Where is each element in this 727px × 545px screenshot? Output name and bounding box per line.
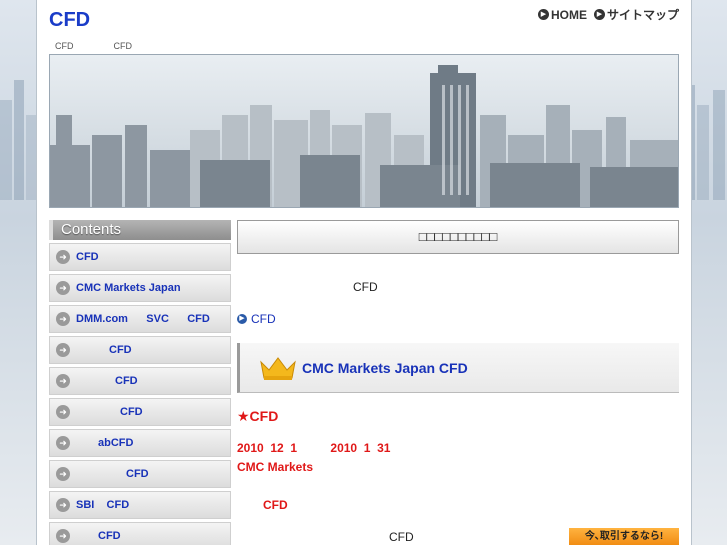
section-title: CMC Markets Japan CFD: [302, 359, 468, 376]
arrow-right-icon: ➜: [56, 498, 70, 512]
arrow-right-icon: ➜: [56, 343, 70, 357]
sitemap-link[interactable]: ▶ サイトマップ: [593, 6, 679, 23]
arrow-right-icon: ➜: [56, 436, 70, 450]
sidebar-item-label: CFD: [120, 406, 143, 418]
arrow-right-icon: ➜: [56, 529, 70, 543]
page-title: □□□□□□□□□□: [237, 220, 679, 254]
main-content: □□□□□□□□□□ CFD ▶ CFD CMC Markets Japan C…: [237, 220, 679, 545]
promo-banner[interactable]: 今､取引するなら!: [569, 528, 679, 545]
cfd-link-label: CFD: [251, 312, 276, 326]
sidebar-item-label: CFD: [98, 530, 121, 542]
sidebar-item-abcfd[interactable]: ➜ abCFD: [49, 429, 231, 457]
sidebar-item-label: DMM.com SVC CFD: [76, 313, 210, 325]
arrow-right-icon: ➜: [56, 467, 70, 481]
breadcrumb: CFD CFD: [55, 41, 132, 51]
date-line: 2010 12 1 2010 1 31: [237, 441, 391, 455]
sidebar-item-label: CMC Markets Japan: [76, 282, 181, 294]
cfd-link[interactable]: ▶ CFD: [237, 312, 276, 326]
crown-icon: [260, 356, 296, 380]
sidebar-item-cmc-markets[interactable]: ➜ CMC Markets Japan: [49, 274, 231, 302]
cfd-red-line: CFD: [263, 498, 288, 512]
broker-line: CMC Markets: [237, 460, 314, 474]
sidebar-item-label: abCFD: [98, 437, 134, 449]
sitemap-link-label: サイトマップ: [606, 8, 679, 22]
sidebar-item-label: CFD: [115, 375, 138, 387]
sidebar: Contents ➜ CFD ➜ CMC Markets Japan ➜ DMM…: [49, 220, 231, 545]
sidebar-item-label: CFD: [126, 468, 149, 480]
star-heading: ★CFD: [237, 408, 279, 424]
sidebar-item-cfd-4[interactable]: ➜ CFD: [49, 398, 231, 426]
sidebar-item-cfd-6[interactable]: ➜ CFD: [49, 522, 231, 545]
sidebar-item-cfd-3[interactable]: ➜ CFD: [49, 367, 231, 395]
home-link-label: HOME: [550, 7, 587, 22]
arrow-right-icon: ▶: [593, 9, 605, 20]
intro-text: CFD: [353, 280, 378, 294]
body-text: CFD: [389, 530, 414, 544]
sidebar-item-cfd-5[interactable]: ➜ CFD: [49, 460, 231, 488]
sidebar-item-cfd[interactable]: ➜ CFD: [49, 243, 231, 271]
breadcrumb-item[interactable]: CFD: [114, 41, 133, 51]
sidebar-item-cfd-2[interactable]: ➜ CFD: [49, 336, 231, 364]
arrow-right-icon: ➜: [56, 250, 70, 264]
sidebar-heading: Contents: [49, 220, 231, 240]
sidebar-item-label: SBI CFD: [76, 499, 130, 511]
arrow-right-icon: ➜: [56, 312, 70, 326]
header-banner-image: [49, 54, 679, 208]
sidebar-item-sbi[interactable]: ➜ SBI CFD: [49, 491, 231, 519]
arrow-right-icon: ➜: [56, 281, 70, 295]
arrow-right-icon: ➜: [56, 374, 70, 388]
section-header: CMC Markets Japan CFD: [237, 343, 679, 393]
home-link[interactable]: ▶ HOME: [537, 6, 587, 23]
sidebar-item-label: CFD: [76, 251, 99, 263]
site-title[interactable]: CFD: [49, 9, 90, 32]
arrow-right-icon: ▶: [537, 9, 549, 20]
breadcrumb-item[interactable]: CFD: [55, 41, 74, 51]
sidebar-item-label: CFD: [109, 344, 132, 356]
page-frame: CFD ▶ HOME ▶ サイトマップ CFD CFD Contents ➜ C…: [36, 0, 692, 545]
sidebar-item-dmm[interactable]: ➜ DMM.com SVC CFD: [49, 305, 231, 333]
top-nav: ▶ HOME ▶ サイトマップ: [537, 6, 679, 23]
arrow-right-icon: ➜: [56, 405, 70, 419]
arrow-right-icon: ▶: [237, 314, 247, 324]
